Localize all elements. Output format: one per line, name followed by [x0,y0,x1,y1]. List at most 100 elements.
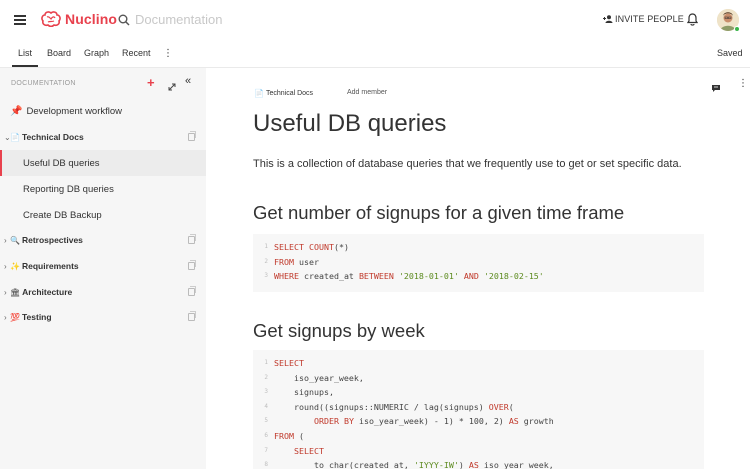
save-status: Saved [717,48,743,58]
hundred-points-icon: 💯 [10,312,20,322]
sidebar-item-technical-docs[interactable]: ⌄ 📄 Technical Docs [0,124,206,150]
top-bar: Nuclino INVITE PEOPLE [0,0,750,40]
search-input[interactable] [135,12,295,27]
expand-icon[interactable] [168,78,176,96]
comment-icon[interactable] [711,80,721,98]
code-line: 8 to_char(created_at, 'IYYY-IW') AS iso_… [253,458,704,469]
code-line: 5 ORDER BY iso_year_week) - 1) * 100, 2)… [253,414,704,429]
collapse-sidebar-button[interactable]: « [185,76,191,87]
sidebar-item-label: Create DB Backup [23,209,102,221]
line-number: 4 [264,402,268,410]
app-name: Nuclino [65,11,118,27]
line-number: 7 [264,446,268,454]
line-number: 3 [264,388,268,396]
code-text: FROM user [274,256,319,267]
line-number: 3 [264,272,268,280]
code-text: to_char(created_at, 'IYYY-IW') AS iso_ye… [274,460,554,469]
add-item-button[interactable]: + [147,76,155,89]
code-line: 2 FROM user [253,255,704,270]
code-line: 1 SELECT [253,356,704,371]
more-tabs-icon[interactable]: ⋮ [163,48,173,59]
sidebar-item-label: Retrospectives [21,235,83,245]
notifications-bell-icon[interactable] [686,13,699,31]
code-line: 7 SELECT [253,444,704,459]
copy-icon[interactable] [188,311,196,321]
sidebar-item-testing[interactable]: › 💯 Testing [0,304,206,330]
sidebar: DOCUMENTATION + « 📌 Development workflow… [0,68,206,469]
sidebar-item-development-workflow[interactable]: 📌 Development workflow [0,98,206,124]
more-options-icon[interactable]: ⋮ [738,79,748,89]
invite-people-button[interactable]: INVITE PEOPLE [603,14,684,24]
brain-logo-icon [41,11,61,27]
sidebar-item-label: Requirements [21,261,79,271]
caret-right-icon[interactable]: › [0,236,10,245]
sidebar-item-label: Useful DB queries [23,157,100,169]
copy-icon[interactable] [188,131,196,141]
breadcrumb-label: Technical Docs [265,90,314,97]
code-text: signups, [274,387,334,398]
code-block[interactable]: 1 SELECT 2 iso_year_week, 3 signups, 4 round… [253,350,704,469]
add-person-icon [603,15,613,23]
magnifier-icon: 🔍 [10,235,20,245]
tab-board[interactable]: Board [47,48,71,58]
code-line: 3 signups, [253,385,704,400]
page-title[interactable]: Useful DB queries [253,110,446,138]
sidebar-item-requirements[interactable]: › ✨ Requirements [0,253,206,279]
sidebar-item-architecture[interactable]: › 🏛 Architecture [0,279,206,305]
sidebar-item-reporting-db-queries[interactable]: Reporting DB queries [0,176,206,202]
line-number: 6 [264,431,268,439]
line-number: 2 [264,373,268,381]
line-number: 1 [264,359,268,366]
page-icon: 📄 [254,89,264,98]
code-text: SELECT COUNT(*) [274,242,349,252]
sidebar-item-label: Development workflow [26,105,123,117]
caret-right-icon[interactable]: › [0,262,10,271]
intro-paragraph[interactable]: This is a collection of database queries… [253,158,682,170]
sparkles-icon: ✨ [10,261,20,271]
tab-list[interactable]: List [11,48,39,67]
copy-icon[interactable] [188,260,196,270]
tab-recent[interactable]: Recent [122,48,151,58]
copy-icon[interactable] [188,234,196,244]
classical-building-icon: 🏛 [10,287,21,297]
code-line: 4 round((signups::NUMERIC / lag(signups)… [253,400,704,415]
code-text: round((signups::NUMERIC / lag(signups) O… [274,401,514,412]
document-view: 📄 Technical Docs Add member ⋮ Useful DB … [206,68,750,469]
copy-icon[interactable] [188,286,196,296]
sidebar-item-label: Reporting DB queries [23,183,114,195]
online-status-dot [734,26,740,32]
section-heading[interactable]: Get signups by week [253,320,425,342]
sidebar-item-label: Architecture [22,287,73,297]
code-line: 6 FROM ( [253,429,704,444]
code-line: 3 WHERE created_at BETWEEN '2018-01-01' A… [253,269,704,284]
nuclino-logo[interactable]: Nuclino [41,11,117,27]
line-number: 1 [264,243,268,250]
caret-right-icon[interactable]: › [0,313,10,322]
caret-down-icon[interactable]: ⌄ [0,133,11,142]
code-block[interactable]: 1 SELECT COUNT(*) 2 FROM user 3 WHERE created… [253,234,704,292]
section-heading[interactable]: Get number of signups for a given time f… [253,202,624,224]
invite-people-label: INVITE PEOPLE [615,14,684,24]
code-text: SELECT [293,445,324,456]
code-text: SELECT [274,358,304,368]
tab-graph[interactable]: Graph [84,48,109,58]
code-line: 1 SELECT COUNT(*) [253,240,704,255]
page-icon: 📄 [10,132,20,142]
code-text: WHERE created_at BETWEEN '2018-01-01' AN… [274,271,544,282]
code-text: FROM ( [274,430,304,441]
search-bar[interactable] [118,12,295,27]
hamburger-menu-icon[interactable] [14,15,26,25]
sidebar-item-create-db-backup[interactable]: Create DB Backup [0,202,206,228]
caret-right-icon[interactable]: › [0,288,10,297]
line-number: 2 [264,257,268,265]
pin-icon: 📌 [10,105,23,117]
add-member-button[interactable]: Add member [347,89,387,96]
search-icon [118,14,130,26]
code-text: iso_year_week, [274,372,364,383]
sidebar-item-useful-db-queries[interactable]: Useful DB queries [0,150,206,176]
line-number: 8 [264,461,268,469]
line-number: 5 [264,417,268,425]
breadcrumb[interactable]: 📄 Technical Docs [254,89,313,98]
sidebar-item-label: Testing [21,312,52,322]
sidebar-item-retrospectives[interactable]: › 🔍 Retrospectives [0,227,206,253]
